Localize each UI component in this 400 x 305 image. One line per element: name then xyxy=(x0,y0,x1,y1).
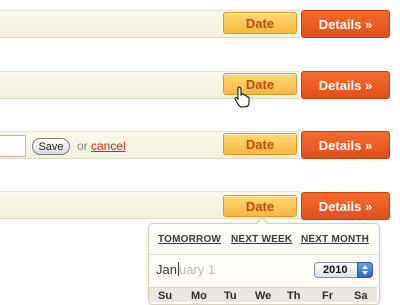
up-down-arrows-icon[interactable] xyxy=(357,262,373,278)
year-value: 2010 xyxy=(323,264,348,276)
weekday-mo: Mo xyxy=(191,290,207,302)
weekday-fr: Fr xyxy=(322,290,333,302)
next-week-link[interactable]: NEXT WEEK xyxy=(231,234,292,245)
details-button-2[interactable]: Details » xyxy=(301,71,390,99)
details-button-1[interactable]: Details » xyxy=(301,10,390,38)
date-button-3[interactable]: Date xyxy=(223,133,297,155)
save-button[interactable]: Save xyxy=(32,138,70,155)
weekday-sa: Sa xyxy=(354,290,368,302)
picker-divider xyxy=(149,254,377,255)
weekday-tu: Tu xyxy=(224,290,237,302)
weekday-su: Su xyxy=(158,290,173,302)
details-button-4[interactable]: Details » xyxy=(301,192,390,220)
details-button-3[interactable]: Details » xyxy=(301,131,390,159)
note-input[interactable] xyxy=(0,135,26,157)
autocomplete-hint: uary 1 xyxy=(178,262,216,277)
or-text: or xyxy=(77,139,88,153)
weekday-we: We xyxy=(255,290,272,302)
next-month-link[interactable]: NEXT MONTH xyxy=(301,234,369,245)
year-select[interactable]: 2010 xyxy=(314,262,373,278)
weekday-th: Th xyxy=(287,290,301,302)
cancel-link[interactable]: cancel xyxy=(91,139,126,153)
date-button-4[interactable]: Date xyxy=(223,195,297,217)
hand-pointer-icon xyxy=(234,86,250,108)
date-button-1[interactable]: Date xyxy=(223,12,297,34)
typed-text: Jan xyxy=(156,262,177,277)
picker-pointer-inner xyxy=(256,218,268,225)
date-text-input[interactable]: Jan uary 1 xyxy=(156,262,215,277)
tomorrow-link[interactable]: TOMORROW xyxy=(158,234,221,245)
